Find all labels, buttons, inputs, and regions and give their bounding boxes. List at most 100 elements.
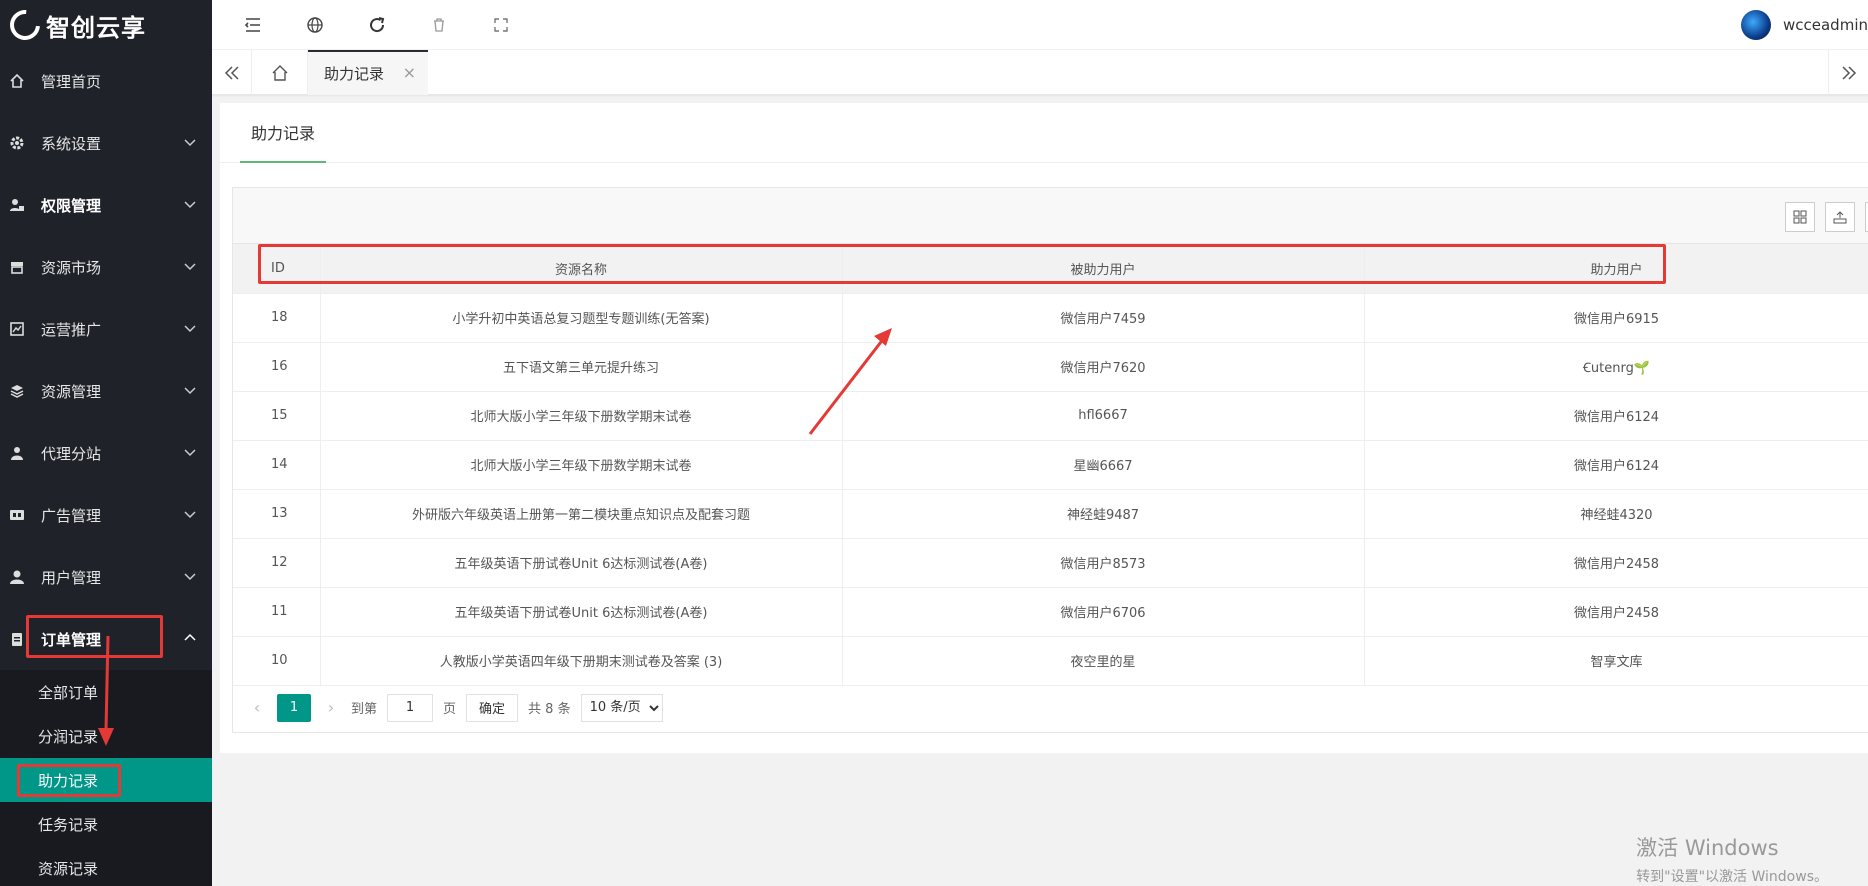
cell-id: 11 [233,587,321,637]
sidebar-item-system-settings[interactable]: 系统设置 [0,112,212,174]
agent-icon [8,444,26,462]
close-icon[interactable]: × [403,63,416,82]
chevron-down-icon [184,511,196,519]
cell-assist-user: 微信用户2458 [1364,587,1868,637]
annotation-box-columns [258,244,1666,284]
table-row[interactable]: 10 人教版小学英语四年级下册期末测试卷及答案 (3) 夜空里的星 智享文库 [233,636,1868,686]
user-menu[interactable]: wcceadmin [1741,10,1868,40]
table-toolbar [233,188,1868,244]
top-header: wcceadmin [212,0,1868,50]
chevron-down-icon [184,139,196,147]
table-row[interactable]: 18 小学升初中英语总复习题型专题训练(无答案) 微信用户7459 微信用户69… [233,293,1868,343]
globe-icon[interactable] [304,14,326,36]
watermark-line2: 转到"设置"以激活 Windows。 [1636,869,1828,885]
sidebar-item-home[interactable]: 管理首页 [0,50,212,112]
table-row[interactable]: 14 北师大版小学三年级下册数学期末试卷 星幽6667 微信用户6124 [233,440,1868,490]
home-icon [272,64,287,81]
sidebar-item-label: 资源市场 [41,258,102,277]
cell-resource-name: 五下语文第三单元提升练习 [320,342,843,392]
submenu-resource-records[interactable]: 资源记录 [0,846,212,886]
sidebar-item-users[interactable]: 用户管理 [0,546,212,608]
sidebar-item-ads[interactable]: 广告管理 [0,484,212,546]
brand-name: 智创云享 [46,13,146,42]
export-icon[interactable] [1825,202,1855,232]
chevron-down-icon [184,387,196,395]
sidebar-item-resource-market[interactable]: 资源市场 [0,236,212,298]
menu-fold-icon[interactable] [242,14,264,36]
double-chevron-right-icon [1841,65,1856,80]
tab-label: 助力记录 [324,65,385,83]
logo-mark-icon [3,3,47,47]
cell-assist-user: 微信用户6124 [1364,391,1868,441]
table-row[interactable]: 11 五年级英语下册试卷Unit 6达标测试卷(A卷) 微信用户6706 微信用… [233,587,1868,637]
clipboard-icon [8,630,26,648]
page-label: 页 [443,702,457,717]
chevron-down-icon [184,325,196,333]
chevron-down-icon [184,449,196,457]
watermark-line1: 激活 Windows [1636,836,1779,860]
cell-assisted-user: 星幽6667 [842,440,1365,490]
goto-page-input[interactable] [387,693,434,722]
store-icon [8,258,26,276]
sidebar-item-label: 权限管理 [41,196,102,215]
sidebar-item-operations[interactable]: 运营推广 [0,298,212,360]
cell-resource-name: 五年级英语下册试卷Unit 6达标测试卷(A卷) [320,538,843,588]
user-lock-icon [8,196,26,214]
home-icon [8,72,26,90]
home-tab[interactable] [252,50,308,95]
brand-logo[interactable]: 智创云享 [0,0,212,50]
cell-resource-name: 人教版小学英语四年级下册期末测试卷及答案 (3) [320,636,843,686]
double-chevron-left-icon [224,65,239,80]
page-1-button[interactable]: 1 [277,693,311,722]
prev-page-icon[interactable]: ‹ [247,698,267,717]
cell-assist-user: 智享文库 [1364,636,1868,686]
cell-assist-user: 神经蛙4320 [1364,489,1868,539]
sidebar-item-permissions[interactable]: 权限管理 [0,174,212,236]
scroll-left-button[interactable] [212,50,252,95]
user-name: wcceadmin [1783,16,1868,34]
confirm-button[interactable]: 确定 [466,693,519,722]
fullscreen-icon[interactable] [490,14,512,36]
cell-assisted-user: 微信用户7459 [842,293,1365,343]
sidebar-item-resource-management[interactable]: 资源管理 [0,360,212,422]
card-tab-assist-records[interactable]: 助力记录 [240,103,326,163]
cell-id: 15 [233,391,321,441]
cell-assisted-user: 神经蛙9487 [842,489,1365,539]
cell-assisted-user: 微信用户8573 [842,538,1365,588]
chevron-up-icon [184,633,196,641]
user-icon [8,568,26,586]
submenu-all-orders[interactable]: 全部订单 [0,670,212,714]
goto-label: 到第 [351,702,378,717]
cell-id: 18 [233,293,321,343]
scroll-right-button[interactable] [1828,50,1868,95]
cell-id: 16 [233,342,321,392]
table-row[interactable]: 12 五年级英语下册试卷Unit 6达标测试卷(A卷) 微信用户8573 微信用… [233,538,1868,588]
table-row[interactable]: 13 外研版六年级英语上册第一第二模块重点知识点及配套习题 神经蛙9487 神经… [233,489,1868,539]
table-row[interactable]: 16 五下语文第三单元提升练习 微信用户7620 Ꞓutenrg🌱 [233,342,1868,392]
total-count: 共 8 条 [528,702,571,717]
cell-resource-name: 小学升初中英语总复习题型专题训练(无答案) [320,293,843,343]
tab-bar: 助力记录 × [212,50,1868,95]
next-page-icon[interactable]: › [321,698,341,717]
avatar [1741,10,1771,40]
submenu-task-records[interactable]: 任务记录 [0,802,212,846]
sidebar-item-label: 管理首页 [41,72,102,91]
table-row[interactable]: 15 北师大版小学三年级下册数学期末试卷 hfl6667 微信用户6124 [233,391,1868,441]
columns-icon[interactable] [1785,202,1815,232]
refresh-icon[interactable] [366,14,388,36]
chevron-down-icon [184,201,196,209]
sidebar-item-label: 代理分站 [41,444,102,463]
annotation-box-orders [26,615,163,658]
tab-assist-records[interactable]: 助力记录 × [308,50,428,95]
chevron-down-icon [184,263,196,271]
sidebar-item-label: 系统设置 [41,134,102,153]
cell-assisted-user: 微信用户7620 [842,342,1365,392]
trash-icon[interactable] [428,14,450,36]
cell-id: 12 [233,538,321,588]
sidebar-item-label: 资源管理 [41,382,102,401]
submenu-profit-records[interactable]: 分润记录 [0,714,212,758]
page-size-select[interactable]: 10 条/页 [580,693,663,722]
ad-icon [8,506,26,524]
sidebar-item-agent-sites[interactable]: 代理分站 [0,422,212,484]
content-card: 助力记录 ID 资源名称 被助力用户 助力用户 18 小学升初中英语总复习题型专… [220,103,1868,753]
